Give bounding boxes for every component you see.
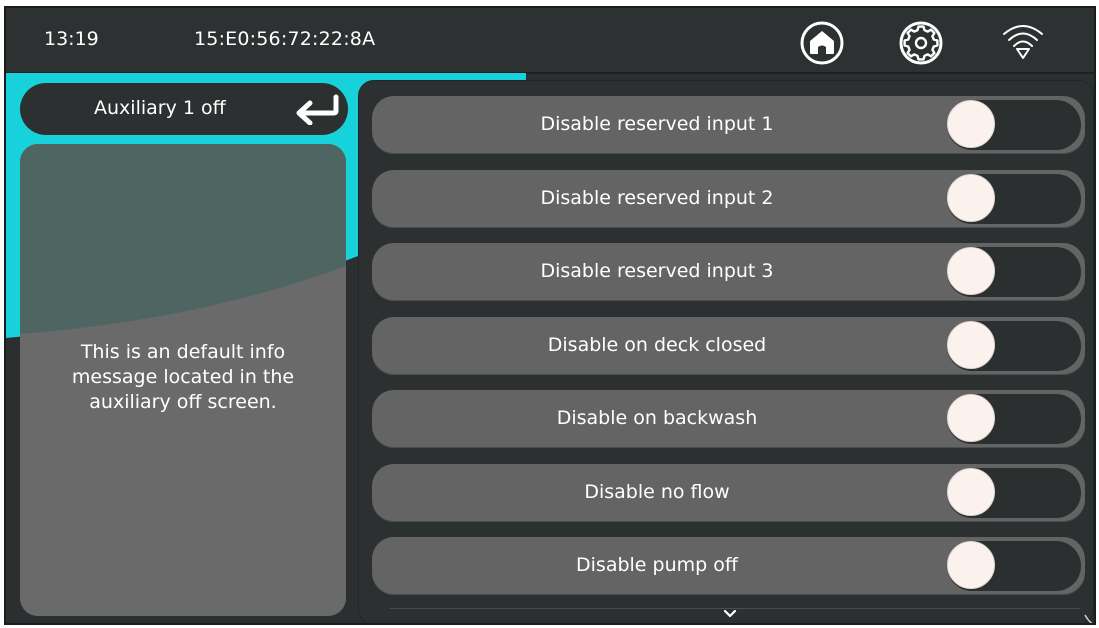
setting-row[interactable]: Disable on deck closed xyxy=(372,317,1085,375)
info-line: auxiliary off screen. xyxy=(89,391,277,413)
setting-row[interactable]: Disable no flow xyxy=(372,464,1085,522)
toggle-switch[interactable] xyxy=(947,174,1081,224)
setting-label: Disable no flow xyxy=(584,481,730,503)
info-line: message located in the xyxy=(71,366,295,388)
toggle-knob xyxy=(947,541,995,589)
info-message: This is an default info message located … xyxy=(20,340,346,415)
setting-label: Disable on deck closed xyxy=(547,334,767,356)
device-screen: 13:19 15:E0:56:72:22:8A Auxiliary 1 off … xyxy=(4,6,1096,625)
clock: 13:19 xyxy=(44,28,99,50)
toggle-switch[interactable] xyxy=(947,321,1081,371)
toggle-switch[interactable] xyxy=(947,247,1081,297)
setting-row[interactable]: Disable reserved input 2 xyxy=(372,170,1085,228)
toggle-knob xyxy=(947,100,995,148)
toggle-knob xyxy=(947,321,995,369)
device-id: 15:E0:56:72:22:8A xyxy=(194,28,376,50)
toggle-switch[interactable] xyxy=(947,394,1081,444)
home-icon[interactable] xyxy=(799,20,845,66)
info-card: This is an default info message located … xyxy=(20,144,346,616)
toggle-knob xyxy=(947,394,995,442)
page-title: Auxiliary 1 off xyxy=(94,97,226,119)
setting-label: Disable pump off xyxy=(576,554,738,576)
setting-label: Disable on backwash xyxy=(556,407,758,429)
toggle-knob xyxy=(947,174,995,222)
toggle-switch[interactable] xyxy=(947,468,1081,518)
screen-title-bar[interactable]: Auxiliary 1 off xyxy=(20,83,348,135)
wifi-icon[interactable] xyxy=(1001,22,1045,62)
toggle-knob xyxy=(947,247,995,295)
toggle-switch[interactable] xyxy=(947,100,1081,150)
setting-row[interactable]: Disable reserved input 1 xyxy=(372,96,1085,154)
setting-label: Disable reserved input 2 xyxy=(540,187,774,209)
toggle-switch[interactable] xyxy=(947,541,1081,591)
setting-row[interactable]: Disable pump off xyxy=(372,537,1085,595)
setting-label: Disable reserved input 1 xyxy=(540,113,774,135)
setting-row[interactable]: Disable on backwash xyxy=(372,390,1085,448)
chevron-down-icon[interactable] xyxy=(719,607,741,621)
toggle-knob xyxy=(947,468,995,516)
resize-handle-icon[interactable] xyxy=(1082,612,1096,625)
gear-icon[interactable] xyxy=(898,20,944,66)
status-bar: 13:19 15:E0:56:72:22:8A xyxy=(6,8,1094,74)
info-line: This is an default info xyxy=(80,341,286,363)
setting-row[interactable]: Disable reserved input 3 xyxy=(372,243,1085,301)
return-arrow-icon[interactable] xyxy=(292,93,342,125)
setting-label: Disable reserved input 3 xyxy=(540,260,774,282)
